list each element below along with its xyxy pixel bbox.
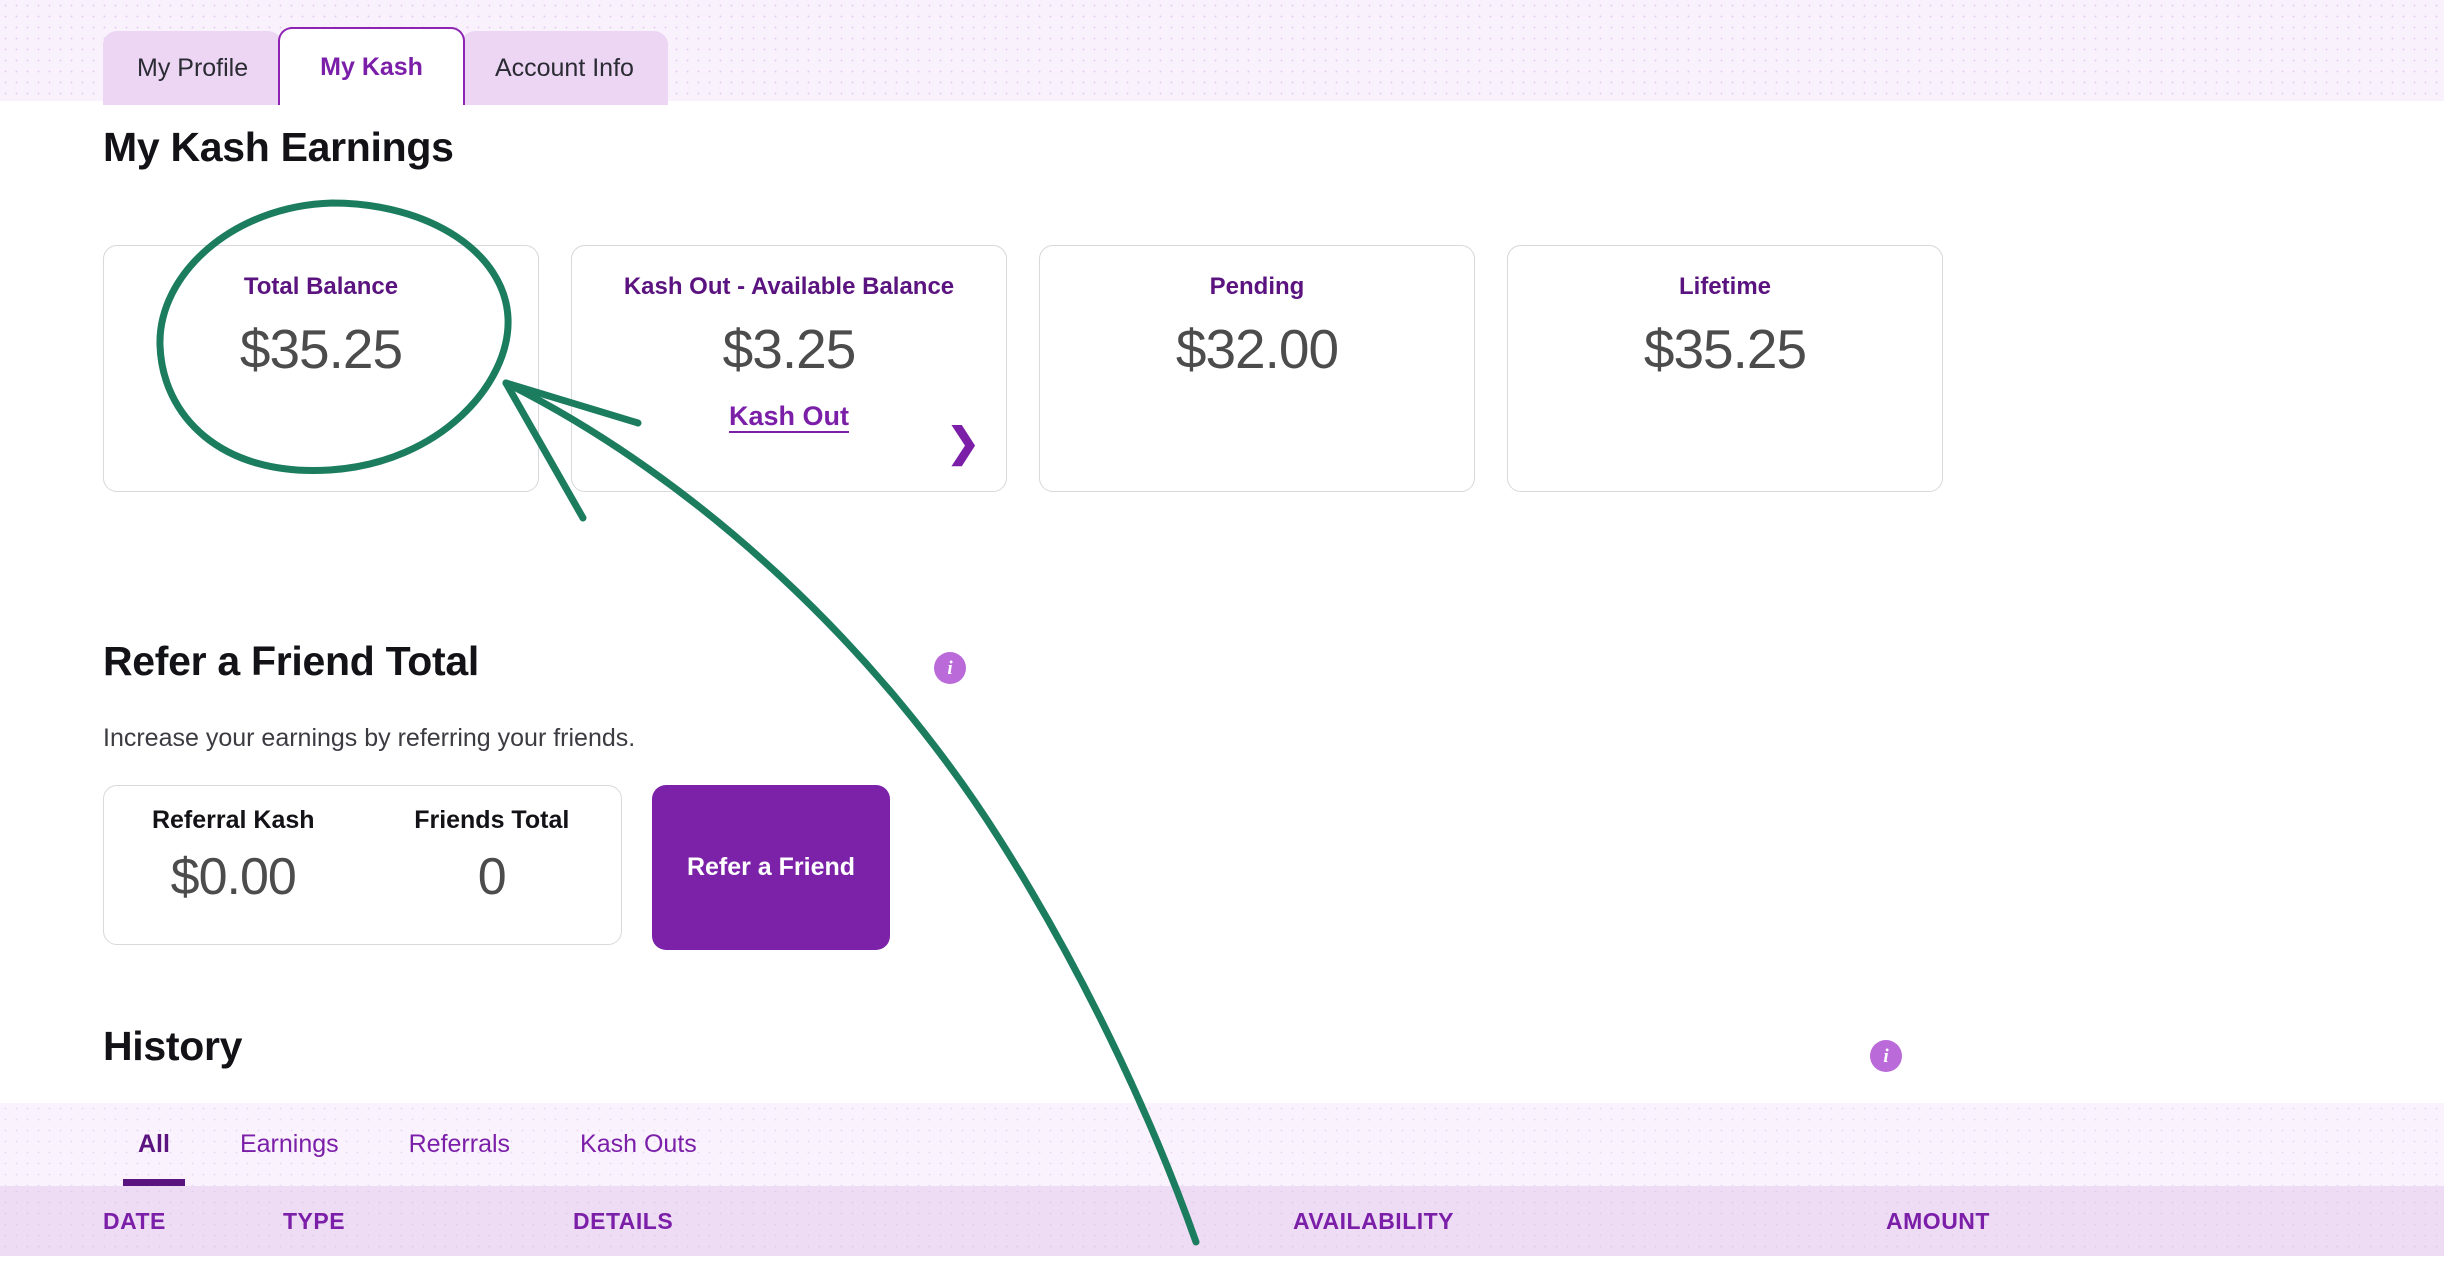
card-kash-out-label: Kash Out - Available Balance — [623, 273, 955, 300]
col-header-type: TYPE — [283, 1207, 346, 1234]
card-lifetime-value: $35.25 — [1643, 318, 1807, 380]
card-total-balance-label: Total Balance — [243, 273, 399, 300]
col-header-details: DETAILS — [573, 1207, 674, 1234]
refer-stat-referral-kash-value: $0.00 — [170, 848, 297, 906]
tab-my-kash-label: My Kash — [320, 52, 423, 81]
refer-stat-friends-total: Friends Total 0 — [363, 806, 622, 944]
history-tabbar: All Earnings Referrals Kash Outs — [0, 1103, 2444, 1186]
annotation-overlay — [156, 199, 1200, 1246]
refer-stat-friends-total-label: Friends Total — [414, 806, 570, 834]
refer-stat-referral-kash: Referral Kash $0.00 — [104, 806, 363, 944]
refer-a-friend-button[interactable]: Refer a Friend — [652, 785, 890, 950]
tab-account-info[interactable]: Account Info — [460, 31, 668, 105]
refer-row: Referral Kash $0.00 Friends Total 0 Refe… — [103, 785, 890, 950]
card-kash-out-available: Kash Out - Available Balance $3.25 Kash … — [571, 245, 1007, 492]
history-tab-all-label: All — [138, 1130, 170, 1158]
history-tab-kash-outs-label: Kash Outs — [580, 1130, 697, 1158]
refer-stats-card: Referral Kash $0.00 Friends Total 0 — [103, 785, 622, 945]
col-header-amount: AMOUNT — [1886, 1207, 1990, 1234]
refer-subtitle: Increase your earnings by referring your… — [103, 724, 636, 752]
history-tab-referrals-label: Referrals — [408, 1130, 511, 1158]
tab-account-info-label: Account Info — [494, 53, 634, 82]
top-tabstrip: My Profile My Kash Account Info — [0, 0, 2444, 105]
history-title: History — [103, 1023, 243, 1069]
history-tabs: All Earnings Referrals Kash Outs — [103, 1103, 732, 1186]
history-tab-referrals[interactable]: Referrals — [374, 1103, 545, 1186]
history-tab-earnings[interactable]: Earnings — [205, 1103, 374, 1186]
tab-my-profile[interactable]: My Profile — [103, 31, 283, 105]
refer-title: Refer a Friend Total — [103, 638, 479, 684]
kash-out-link[interactable]: Kash Out — [572, 401, 1006, 432]
earnings-cards: Total Balance $35.25 Kash Out - Availabl… — [103, 245, 1943, 492]
card-pending: Pending $32.00 — [1039, 245, 1475, 492]
refer-stat-friends-total-value: 0 — [477, 848, 507, 906]
card-kash-out-value: $3.25 — [722, 318, 857, 380]
card-pending-label: Pending — [1209, 273, 1305, 300]
tab-my-profile-label: My Profile — [137, 53, 249, 82]
col-header-availability: AVAILABILITY — [1293, 1207, 1455, 1234]
refer-info-icon[interactable]: i — [934, 652, 966, 684]
history-tab-all[interactable]: All — [103, 1103, 205, 1186]
col-header-date: DATE — [103, 1207, 166, 1234]
tab-my-kash[interactable]: My Kash — [278, 27, 465, 105]
history-table-header: DATE TYPE DETAILS AVAILABILITY AMOUNT — [0, 1186, 2444, 1256]
history-table: DATE TYPE DETAILS AVAILABILITY AMOUNT 07… — [0, 1186, 2444, 1271]
card-lifetime: Lifetime $35.25 — [1507, 245, 1943, 492]
history-info-icon[interactable]: i — [1870, 1040, 1902, 1072]
history-tab-earnings-label: Earnings — [239, 1130, 339, 1158]
card-lifetime-label: Lifetime — [1678, 273, 1771, 300]
history-tab-kash-outs[interactable]: Kash Outs — [545, 1103, 732, 1186]
page-root: My Profile My Kash Account Info My Kash … — [0, 0, 2444, 1271]
refer-stat-referral-kash-label: Referral Kash — [151, 806, 315, 834]
top-tabs: My Profile My Kash Account Info — [103, 27, 668, 105]
table-row[interactable]: 07/17/2024 Earning Online Survey Survey … — [0, 1256, 2444, 1271]
chevron-right-icon[interactable]: ❯ — [946, 423, 980, 463]
card-total-balance-value: $35.25 — [239, 318, 403, 380]
earnings-title: My Kash Earnings — [103, 124, 454, 170]
card-pending-value: $32.00 — [1175, 318, 1339, 380]
card-total-balance: Total Balance $35.25 — [103, 245, 539, 492]
